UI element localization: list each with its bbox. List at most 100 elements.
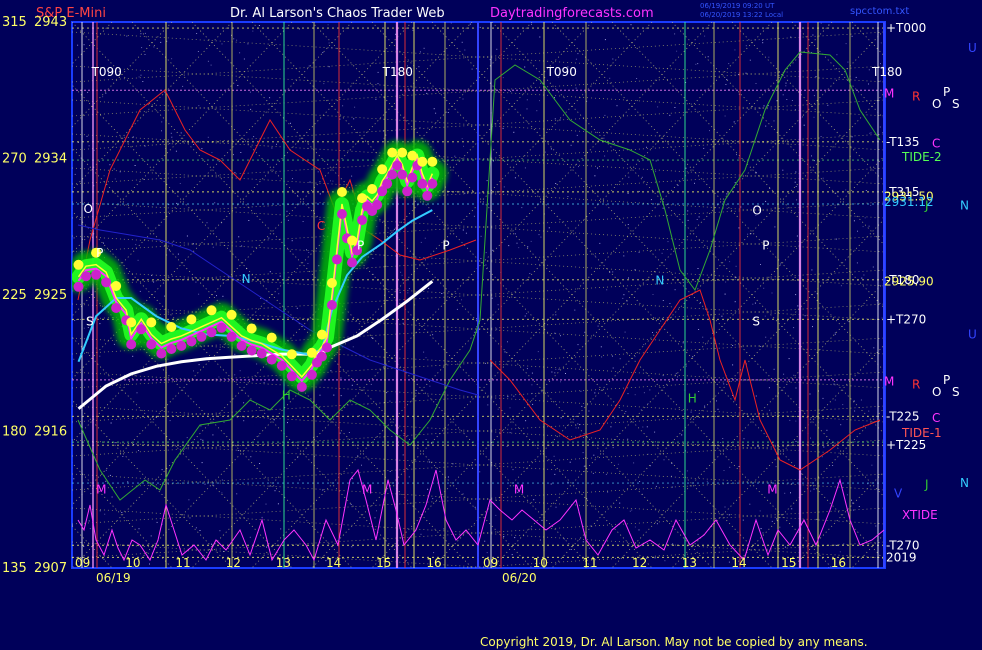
star-dot	[812, 34, 814, 36]
star-dot	[238, 236, 240, 238]
star-dot	[240, 152, 242, 153]
star-dot	[860, 399, 862, 401]
magenta-dot	[427, 178, 438, 189]
star-dot	[274, 490, 276, 492]
star-dot	[613, 417, 615, 419]
star-dot	[732, 364, 734, 366]
chart-letter: H	[282, 389, 291, 403]
star-dot	[880, 42, 882, 44]
yellow-dot	[367, 184, 378, 194]
star-dot	[247, 43, 249, 45]
star-dot	[511, 554, 513, 556]
x-tick-hour: 15	[781, 556, 796, 570]
star-dot	[132, 355, 134, 357]
star-dot	[530, 240, 532, 242]
star-dot	[816, 518, 818, 520]
star-dot	[389, 471, 391, 472]
star-dot	[99, 323, 101, 325]
star-dot	[393, 228, 395, 230]
star-dot	[513, 395, 515, 397]
magenta-dot	[316, 351, 327, 362]
site-link[interactable]: Daytradingforecasts.com	[490, 6, 654, 21]
magenta-dot	[402, 186, 413, 197]
star-dot	[749, 59, 751, 61]
star-dot	[456, 308, 458, 310]
star-dot	[258, 25, 260, 26]
star-dot	[657, 106, 659, 108]
star-dot	[790, 492, 791, 494]
star-dot	[840, 285, 842, 287]
star-dot	[612, 447, 614, 449]
star-dot	[188, 499, 190, 501]
star-dot	[222, 295, 224, 297]
y-tick-angle: 270	[2, 152, 27, 167]
star-dot	[794, 181, 796, 183]
star-dot	[330, 180, 331, 182]
star-dot	[834, 332, 836, 334]
star-dot	[266, 546, 268, 548]
star-dot	[461, 299, 462, 301]
star-dot	[474, 331, 476, 333]
star-dot	[114, 442, 116, 444]
star-dot	[692, 356, 694, 358]
star-dot	[351, 478, 353, 480]
star-dot	[261, 516, 263, 518]
star-dot	[330, 370, 332, 372]
star-dot	[211, 152, 213, 153]
star-dot	[531, 23, 532, 25]
star-dot	[687, 210, 689, 212]
star-dot	[441, 293, 443, 294]
magenta-dot	[382, 178, 393, 189]
chart-letter: M	[96, 483, 106, 497]
star-dot	[728, 561, 730, 563]
star-dot	[851, 499, 852, 501]
star-dot	[783, 373, 785, 375]
magenta-dot	[296, 381, 307, 392]
star-dot	[646, 426, 648, 428]
star-dot	[697, 63, 699, 65]
star-dot	[138, 450, 139, 451]
star-dot	[811, 269, 813, 271]
star-dot	[537, 351, 539, 353]
y-tick-angle: 135	[2, 561, 27, 576]
star-dot	[613, 142, 615, 144]
right-line-label: 2019	[886, 550, 917, 564]
star-dot	[605, 473, 607, 475]
star-dot	[839, 551, 841, 553]
star-dot	[577, 344, 579, 346]
star-dot	[791, 100, 793, 101]
star-dot	[700, 302, 701, 304]
star-dot	[868, 410, 870, 412]
star-dot	[539, 100, 540, 102]
star-dot	[462, 493, 464, 495]
star-dot	[168, 249, 170, 251]
star-dot	[159, 224, 161, 226]
star-dot	[722, 438, 724, 439]
star-dot	[144, 32, 146, 34]
star-dot	[465, 232, 467, 234]
star-dot	[371, 337, 373, 339]
star-dot	[87, 91, 89, 93]
star-dot	[195, 281, 197, 283]
star-dot	[868, 225, 870, 227]
star-dot	[579, 434, 581, 436]
star-dot	[354, 106, 356, 108]
star-dot	[745, 72, 747, 74]
star-dot	[612, 58, 614, 60]
star-dot	[419, 127, 421, 129]
star-dot	[539, 36, 541, 38]
star-dot	[726, 193, 728, 195]
star-dot	[532, 403, 534, 405]
star-dot	[453, 445, 455, 447]
star-dot	[826, 429, 828, 431]
star-dot	[597, 167, 598, 169]
star-dot	[627, 192, 629, 194]
star-dot	[582, 541, 584, 543]
star-dot	[241, 245, 243, 247]
star-dot	[319, 193, 321, 195]
turn-label: T180	[871, 65, 902, 79]
star-dot	[810, 490, 812, 492]
star-dot	[574, 309, 576, 311]
star-dot	[169, 143, 171, 144]
star-dot	[485, 264, 487, 266]
